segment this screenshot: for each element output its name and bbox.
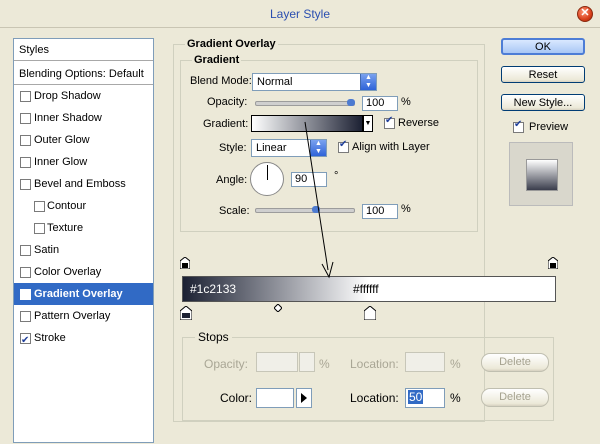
- reverse-label: Reverse: [398, 117, 439, 129]
- sidebar-item-checkbox[interactable]: [20, 135, 31, 146]
- blend-mode-select[interactable]: Normal ▲ ▼: [252, 73, 377, 91]
- stop-opacity-location-percent: %: [450, 357, 461, 371]
- color-stop-left[interactable]: [179, 305, 193, 321]
- style-label: Style:: [219, 142, 247, 154]
- sidebar-item-outer-glow[interactable]: Outer Glow: [14, 129, 153, 151]
- new-style-button[interactable]: New Style...: [501, 94, 585, 111]
- sidebar-item-checkbox[interactable]: [20, 245, 31, 256]
- stop-opacity-percent: %: [319, 357, 330, 371]
- ok-button[interactable]: OK: [501, 38, 585, 55]
- sidebar-item-checkbox[interactable]: [34, 201, 45, 212]
- sidebar-item-checkbox[interactable]: [20, 311, 31, 322]
- sidebar-item-inner-shadow[interactable]: Inner Shadow: [14, 107, 153, 129]
- sidebar-item-label: Drop Shadow: [34, 90, 101, 102]
- sidebar-item-label: Inner Shadow: [34, 112, 102, 124]
- stop-color-location-label: Location:: [350, 391, 399, 405]
- close-icon: ✕: [580, 7, 590, 19]
- sidebar-item-label: Stroke: [34, 332, 66, 344]
- sidebar-item-label: Satin: [34, 244, 60, 256]
- midpoint-diamond[interactable]: [273, 303, 283, 313]
- preview-checkbox[interactable]: [513, 119, 524, 133]
- location-selected-text: 50: [408, 390, 424, 404]
- stop-opacity-location-label: Location:: [350, 357, 399, 371]
- sidebar-item-checkbox[interactable]: [20, 267, 31, 278]
- sidebar-item-checkbox[interactable]: [20, 330, 31, 352]
- close-button[interactable]: ✕: [577, 6, 593, 22]
- sidebar-item-label: Contour: [47, 200, 87, 212]
- sidebar-item-contour[interactable]: Contour: [14, 195, 153, 217]
- style-value: Linear: [256, 142, 287, 154]
- sidebar-item-satin[interactable]: Satin: [14, 239, 153, 261]
- stop-opacity-arrow: [299, 352, 315, 372]
- blend-mode-label: Blend Mode:: [190, 75, 252, 87]
- sidebar-item-label: Color Overlay: [34, 266, 102, 278]
- opacity-input[interactable]: 100: [362, 96, 398, 111]
- stop-opacity-label: Opacity:: [204, 357, 249, 371]
- chevron-updown-icon: ▲ ▼: [360, 74, 376, 90]
- opacity-percent: %: [401, 96, 411, 108]
- sidebar-item-checkbox[interactable]: [34, 223, 45, 234]
- opacity-stop-right[interactable]: [547, 256, 559, 270]
- angle-label: Angle:: [216, 174, 248, 186]
- scale-percent: %: [401, 203, 411, 215]
- stop-opacity-input: [256, 352, 298, 372]
- window-title: Layer Style: [269, 7, 331, 21]
- gradient-group-title: Gradient: [192, 54, 242, 66]
- stops-title: Stops: [195, 330, 232, 344]
- delete-opacity-stop-button: Delete: [481, 353, 549, 372]
- stop-color-label: Color:: [220, 391, 253, 405]
- sidebar-item-bevel-and-emboss[interactable]: Bevel and Emboss: [14, 173, 153, 195]
- gradient-left-color-label: #1c2133: [190, 282, 237, 296]
- styles-header[interactable]: Styles: [14, 39, 153, 61]
- color-stop-right[interactable]: [363, 305, 377, 321]
- sidebar-item-checkbox[interactable]: [20, 179, 31, 190]
- sidebar-item-checkbox[interactable]: [20, 286, 31, 308]
- angle-dial-needle: [267, 165, 268, 180]
- annotation-arrow: [304, 121, 334, 279]
- sidebar-item-label: Pattern Overlay: [34, 310, 111, 322]
- opacity-label: Opacity:: [207, 96, 248, 108]
- preview-box: [509, 142, 573, 206]
- sidebar-item-checkbox[interactable]: [20, 91, 31, 102]
- stops-group: [182, 337, 554, 421]
- opacity-stop-left[interactable]: [179, 256, 191, 270]
- sidebar-item-checkbox[interactable]: [20, 113, 31, 124]
- delete-color-stop-button: Delete: [481, 388, 549, 407]
- sidebar-item-label: Gradient Overlay: [34, 288, 123, 300]
- gradient-dropdown-arrow[interactable]: ▼: [363, 115, 373, 132]
- opacity-slider-track[interactable]: [255, 101, 355, 106]
- stop-color-swatch[interactable]: [256, 388, 294, 408]
- gradient-label: Gradient:: [203, 118, 249, 130]
- sidebar-item-texture[interactable]: Texture: [14, 217, 153, 239]
- sidebar-item-pattern-overlay[interactable]: Pattern Overlay: [14, 305, 153, 327]
- scale-input[interactable]: 100: [362, 204, 398, 219]
- preview-label: Preview: [529, 121, 569, 133]
- reverse-checkbox[interactable]: [384, 115, 395, 129]
- styles-list: Styles Blending Options: Default Drop Sh…: [13, 38, 154, 443]
- align-with-layer-label: Align with Layer: [352, 141, 430, 153]
- stop-opacity-location-input: [405, 352, 445, 372]
- sidebar-item-label: Texture: [47, 222, 84, 234]
- scale-label: Scale:: [219, 205, 250, 217]
- reset-button[interactable]: Reset: [501, 66, 585, 83]
- stop-color-arrow[interactable]: [296, 388, 312, 408]
- sidebar-item-checkbox[interactable]: [20, 157, 31, 168]
- sidebar-item-inner-glow[interactable]: Inner Glow: [14, 151, 153, 173]
- blend-mode-value: Normal: [257, 76, 293, 88]
- sidebar-item-stroke[interactable]: Stroke: [14, 327, 153, 352]
- sidebar-item-label: Bevel and Emboss: [34, 178, 126, 190]
- blending-options-item[interactable]: Blending Options: Default: [14, 63, 153, 85]
- section-title: Gradient Overlay: [185, 38, 278, 50]
- sidebar-item-label: Outer Glow: [34, 134, 90, 146]
- preview-swatch: [526, 159, 558, 191]
- sidebar-item-color-overlay[interactable]: Color Overlay: [14, 261, 153, 283]
- angle-dial[interactable]: [250, 162, 284, 196]
- stop-color-location-percent: %: [450, 391, 461, 405]
- sidebar-item-drop-shadow[interactable]: Drop Shadow: [14, 85, 153, 107]
- sidebar-item-gradient-overlay[interactable]: Gradient Overlay: [14, 283, 153, 308]
- gradient-right-color-label: #ffffff: [353, 282, 379, 296]
- opacity-slider-thumb[interactable]: [347, 99, 355, 106]
- sidebar-item-label: Inner Glow: [34, 156, 88, 168]
- stop-color-location-input[interactable]: 50: [405, 388, 445, 408]
